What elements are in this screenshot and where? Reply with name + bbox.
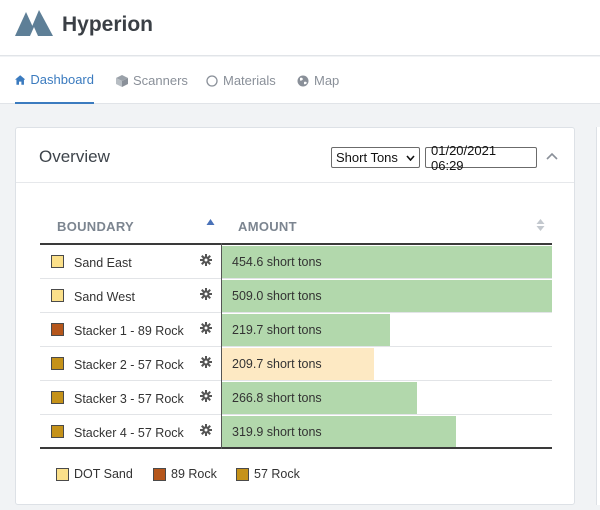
amount-value: 209.7 short tons xyxy=(232,357,322,371)
boundary-table: Sand East 454.6 short tons Sand West 509.0 … xyxy=(40,243,552,449)
datetime-value: 01/20/2021 06:29 xyxy=(431,142,497,173)
table-row[interactable]: Sand West 509.0 short tons xyxy=(40,279,552,313)
table-top-border xyxy=(40,243,552,245)
boundary-name: Stacker 1 - 89 Rock xyxy=(74,324,184,338)
tab-scanners[interactable]: Scanners xyxy=(116,57,188,104)
table-row[interactable]: Sand East 454.6 short tons xyxy=(40,245,552,279)
gear-icon[interactable] xyxy=(200,288,212,300)
material-swatch xyxy=(51,255,64,268)
material-swatch xyxy=(51,357,64,370)
tab-materials-label: Materials xyxy=(223,73,276,88)
boundary-name: Stacker 3 - 57 Rock xyxy=(74,392,184,406)
tab-dashboard-label: Dashboard xyxy=(30,72,94,87)
sort-ascending-icon[interactable] xyxy=(206,218,215,226)
gear-icon[interactable] xyxy=(200,424,212,436)
tab-dashboard[interactable]: Dashboard xyxy=(15,57,94,104)
sort-icon[interactable] xyxy=(536,218,545,232)
legend-label: 57 Rock xyxy=(254,467,300,481)
legend-item-dot-sand: DOT Sand xyxy=(56,467,133,481)
chevron-down-icon xyxy=(406,154,415,161)
tab-map[interactable]: Map xyxy=(297,57,339,104)
gear-icon[interactable] xyxy=(200,254,212,266)
legend-item-57-rock: 57 Rock xyxy=(236,467,300,481)
column-divider xyxy=(221,243,222,449)
gear-icon[interactable] xyxy=(200,390,212,402)
column-header-boundary[interactable]: BOUNDARY xyxy=(57,219,134,234)
table-row[interactable]: Stacker 3 - 57 Rock 266.8 short tons xyxy=(40,381,552,415)
boundary-name: Stacker 2 - 57 Rock xyxy=(74,358,184,372)
boundary-name: Sand West xyxy=(74,290,135,304)
material-swatch xyxy=(51,391,64,404)
legend-item-89-rock: 89 Rock xyxy=(153,467,217,481)
material-swatch xyxy=(51,323,64,336)
tab-map-label: Map xyxy=(314,73,340,88)
material-swatch xyxy=(51,425,64,438)
amount-value: 266.8 short tons xyxy=(232,391,322,405)
legend-swatch xyxy=(236,467,249,481)
legend-label: 89 Rock xyxy=(171,467,217,481)
unit-select-value: Short Tons xyxy=(336,150,398,165)
table-bottom-border xyxy=(40,447,552,449)
overview-title: Overview xyxy=(39,147,110,166)
overview-card: Overview Short Tons 01/20/2021 06:29 BOU… xyxy=(15,127,575,505)
gear-icon[interactable] xyxy=(200,322,212,334)
table-row[interactable]: Stacker 4 - 57 Rock 319.9 short tons xyxy=(40,415,552,449)
adjacent-card-edge xyxy=(596,127,600,505)
home-icon xyxy=(15,74,26,85)
nav-tabs: Dashboard Scanners Materials Map xyxy=(0,57,600,104)
table-row[interactable]: Stacker 2 - 57 Rock 209.7 short tons xyxy=(40,347,552,381)
amount-value: 319.9 short tons xyxy=(232,425,322,439)
chevron-up-icon[interactable] xyxy=(545,150,559,164)
legend-swatch xyxy=(153,467,166,481)
legend-label: DOT Sand xyxy=(74,467,133,481)
top-bar: Hyperion xyxy=(0,0,600,56)
cube-icon xyxy=(116,74,128,87)
datetime-input[interactable]: 01/20/2021 06:29 xyxy=(425,143,537,173)
amount-value: 454.6 short tons xyxy=(232,255,322,269)
boundary-name: Stacker 4 - 57 Rock xyxy=(74,426,184,440)
unit-select[interactable]: Short Tons xyxy=(331,147,420,168)
material-swatch xyxy=(51,289,64,302)
table-row[interactable]: Stacker 1 - 89 Rock 219.7 short tons xyxy=(40,313,552,347)
gear-icon[interactable] xyxy=(200,356,212,368)
mountain-logo-icon[interactable] xyxy=(15,8,53,36)
circle-icon xyxy=(206,74,218,87)
overview-header: Overview Short Tons 01/20/2021 06:29 xyxy=(16,128,574,183)
globe-icon xyxy=(297,75,309,86)
tab-scanners-label: Scanners xyxy=(133,73,188,88)
legend-swatch xyxy=(56,467,69,481)
boundary-name: Sand East xyxy=(74,256,132,270)
amount-value: 509.0 short tons xyxy=(232,289,322,303)
tab-materials[interactable]: Materials xyxy=(206,57,276,104)
amount-value: 219.7 short tons xyxy=(232,323,322,337)
app-title[interactable]: Hyperion xyxy=(62,13,153,37)
column-header-amount[interactable]: AMOUNT xyxy=(238,219,297,234)
